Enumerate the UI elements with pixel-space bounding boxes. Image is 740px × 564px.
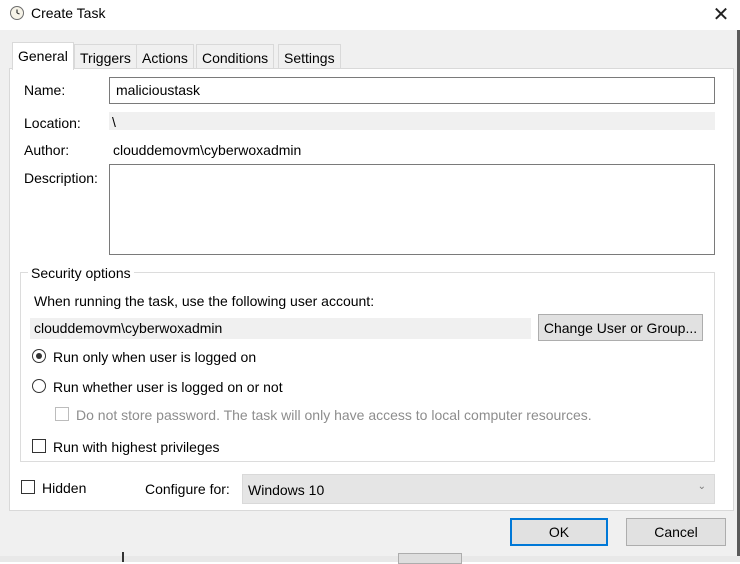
security-options-title: Security options	[28, 265, 134, 281]
hidden-checkbox[interactable]	[21, 480, 35, 494]
tab-actions[interactable]: Actions	[136, 44, 194, 68]
background-window-button	[398, 553, 462, 564]
highest-privileges-checkbox[interactable]	[32, 439, 46, 453]
background-window-strip	[0, 556, 740, 562]
task-scheduler-clock-icon	[10, 6, 24, 20]
chevron-down-icon: ⌄	[697, 481, 706, 492]
close-button[interactable]: ✕	[702, 0, 740, 28]
configure-for-label: Configure for:	[145, 481, 230, 497]
run-whether-logged-on-radio[interactable]	[32, 379, 46, 393]
location-value: \	[109, 112, 715, 130]
description-label: Description:	[24, 170, 98, 186]
window-title: Create Task	[31, 5, 106, 21]
tab-conditions-label: Conditions	[202, 50, 269, 66]
do-not-store-password-label: Do not store password. The task will onl…	[76, 407, 592, 423]
tab-conditions[interactable]: Conditions	[196, 44, 275, 68]
name-label: Name:	[24, 82, 66, 98]
background-divider	[122, 552, 124, 562]
tab-triggers-label: Triggers	[80, 50, 131, 66]
tab-actions-label: Actions	[142, 50, 188, 66]
highest-privileges-label: Run with highest privileges	[53, 439, 220, 455]
close-icon: ✕	[712, 3, 730, 26]
tab-general-label: General	[18, 48, 68, 64]
configure-for-value: Windows 10	[248, 482, 325, 498]
description-field[interactable]	[109, 164, 715, 255]
configure-for-dropdown[interactable]: Windows 10 ⌄	[242, 474, 715, 504]
run-only-logged-on-label: Run only when user is logged on	[53, 349, 257, 365]
hidden-label: Hidden	[42, 480, 87, 496]
do-not-store-password-checkbox[interactable]	[55, 407, 69, 421]
change-user-or-group-button[interactable]: Change User or Group...	[538, 314, 703, 341]
account-prompt: When running the task, use the following…	[34, 293, 375, 309]
title-bar	[0, 0, 740, 30]
tab-settings[interactable]: Settings	[278, 44, 341, 68]
user-account-value: clouddemovm\cyberwoxadmin	[30, 318, 531, 339]
name-field[interactable]: malicioustask	[109, 77, 715, 104]
tab-general[interactable]: General	[12, 42, 74, 70]
cancel-button[interactable]: Cancel	[626, 518, 726, 546]
ok-button[interactable]: OK	[510, 518, 608, 546]
run-only-logged-on-radio[interactable]	[32, 349, 46, 363]
location-label: Location:	[24, 115, 81, 131]
author-label: Author:	[24, 142, 70, 158]
run-whether-logged-on-label: Run whether user is logged on or not	[53, 379, 283, 395]
tab-settings-label: Settings	[284, 50, 335, 66]
author-value: clouddemovm\cyberwoxadmin	[113, 142, 302, 158]
tab-triggers[interactable]: Triggers	[74, 44, 137, 68]
